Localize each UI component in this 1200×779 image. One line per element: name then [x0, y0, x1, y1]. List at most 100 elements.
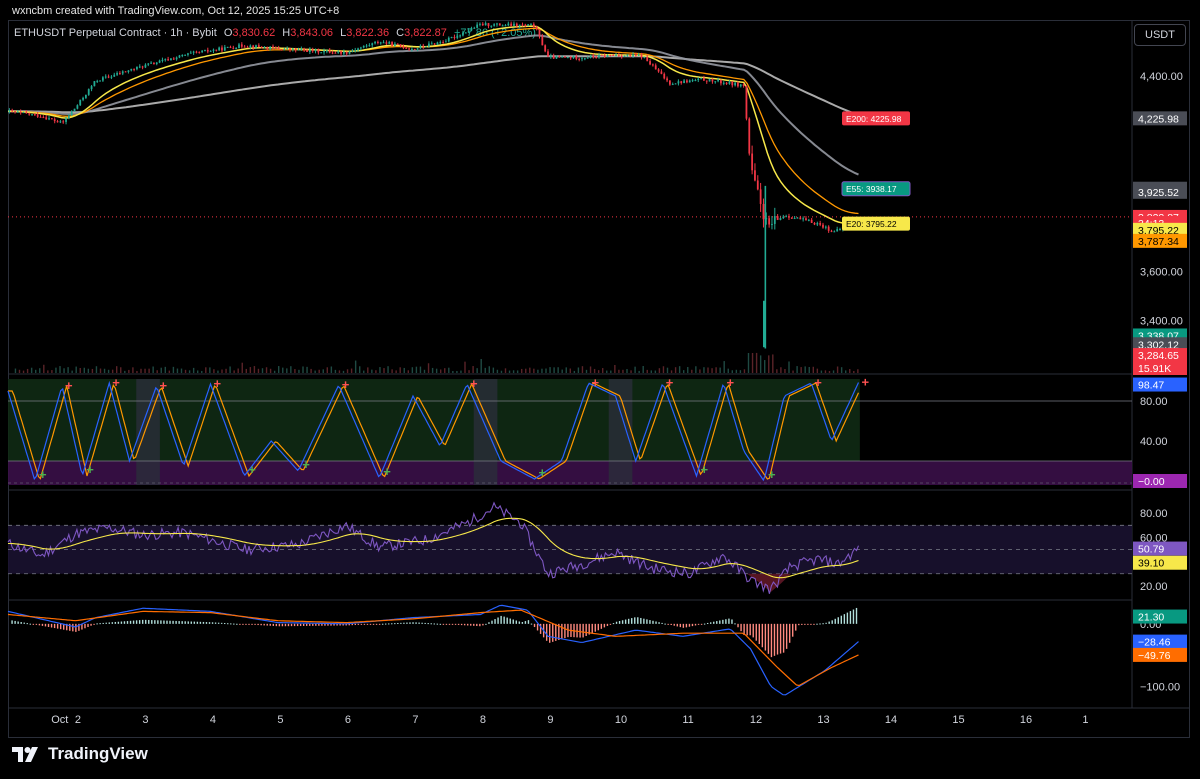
candle [544, 45, 547, 52]
macd-value-label: −49.76 [1138, 650, 1171, 662]
stoch-sell-marker: + [814, 375, 822, 390]
volume-bar [55, 367, 57, 373]
candle [810, 219, 813, 223]
volume-bar [229, 366, 231, 373]
candle [785, 216, 788, 218]
macd-histogram-bar [454, 623, 457, 625]
macd-histogram-bar [627, 618, 630, 624]
macd-histogram-bar [801, 623, 803, 625]
macd-histogram-bar [363, 623, 366, 625]
candle [33, 114, 36, 116]
macd-histogram-bar [470, 623, 472, 626]
candle [467, 30, 470, 33]
volume-bar [602, 368, 604, 373]
stoch-sell-marker: + [470, 376, 478, 391]
candle [255, 45, 257, 48]
candle [447, 37, 450, 42]
volume-bar [26, 368, 29, 373]
volume-bar [634, 366, 636, 373]
tradingview-brand[interactable]: TradingView [12, 744, 148, 764]
macd-histogram-bar [719, 620, 721, 624]
candle [694, 80, 697, 82]
volume-bar [201, 370, 203, 373]
volume-bar [423, 369, 426, 373]
ema55-label: E55: 3938.17 [846, 184, 897, 194]
candle [575, 55, 578, 59]
macd-histogram-bar [254, 623, 256, 625]
volume-bar [683, 370, 685, 373]
macd-histogram-bar [17, 621, 19, 624]
macd-histogram-bar [412, 622, 414, 624]
candle [136, 66, 138, 70]
candle [67, 115, 70, 119]
candle [487, 23, 490, 27]
volume-bar [549, 367, 551, 373]
volume-bar [334, 369, 337, 373]
candle [617, 55, 620, 57]
volume-bar [184, 369, 187, 373]
macd-histogram-bar [476, 623, 478, 627]
chart-canvas[interactable]: E200: 4225.98 E55: 3938.17 E20: 3795.22 4,4… [0, 0, 1200, 779]
macd-histogram-bar [278, 623, 281, 627]
candle [428, 43, 430, 47]
candle [737, 82, 739, 87]
candle [606, 54, 609, 57]
macd-histogram-bar [491, 620, 493, 624]
candle [683, 80, 685, 84]
stoch-sell-marker: + [666, 375, 674, 390]
candle [334, 52, 337, 54]
volume-bar [537, 369, 539, 373]
macd-histogram-bar [75, 623, 77, 632]
volume-bar [476, 368, 478, 373]
candle [121, 71, 124, 74]
volume-bar [699, 369, 701, 373]
macd-histogram-bar [524, 621, 527, 624]
macd-histogram-bar [752, 623, 754, 638]
time-tick: 2 [75, 714, 81, 726]
macd-histogram-bar [703, 623, 706, 625]
volume-bar [431, 367, 434, 373]
candle [204, 49, 206, 51]
volume-bar [278, 366, 280, 373]
candle [93, 81, 96, 87]
macd-histogram-bar [117, 621, 120, 624]
volume-bar [464, 361, 466, 373]
price-scale-label: 3,787.34 [1138, 236, 1179, 248]
macd-histogram-bar [299, 623, 302, 627]
volume-bar [415, 366, 418, 373]
candle [345, 51, 348, 54]
candle [745, 85, 748, 119]
candle [549, 56, 552, 58]
volume-bar [626, 369, 628, 373]
candle [411, 48, 413, 50]
signal-line [7, 609, 859, 687]
candle [263, 46, 266, 48]
candle [172, 58, 175, 60]
volume-bar [759, 355, 762, 373]
macd-histogram-bar [761, 623, 764, 648]
rsi-oversold-fill [747, 573, 791, 592]
candle [351, 50, 354, 52]
macd-histogram-bar [503, 616, 505, 624]
candle [541, 36, 544, 46]
candle [104, 76, 107, 78]
brand-name: TradingView [48, 744, 148, 763]
candle [640, 54, 643, 58]
candle [260, 46, 263, 48]
macd-histogram-bar [582, 623, 584, 638]
macd-histogram-bar [473, 623, 475, 626]
volume-bar [67, 367, 69, 373]
candle [155, 62, 158, 64]
volume-bar [209, 367, 211, 373]
candle [822, 224, 824, 228]
volume-bar [849, 369, 851, 373]
candle [705, 80, 708, 82]
candle [703, 78, 705, 81]
volume-bar [156, 370, 158, 373]
candle [82, 97, 84, 100]
candle [84, 94, 87, 98]
macd-histogram-bar [205, 622, 208, 624]
macd-histogram-bar [309, 623, 311, 626]
macd-histogram-bar [388, 623, 390, 625]
macd-histogram-bar [433, 623, 435, 625]
